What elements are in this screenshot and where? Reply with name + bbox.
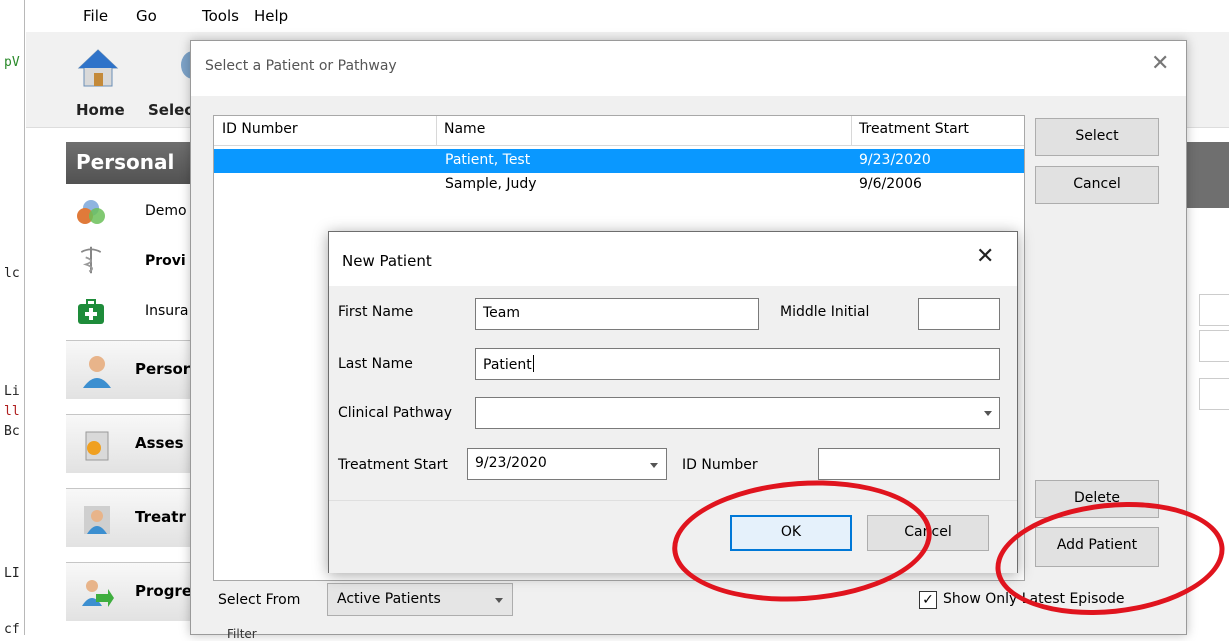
chevron-down-icon [495, 598, 503, 603]
sidebar-item-label: Persor [135, 360, 191, 378]
code-fragment: lc [4, 266, 20, 281]
id-number-label: ID Number [682, 457, 758, 473]
column-separator[interactable] [851, 116, 852, 146]
middle-initial-field[interactable] [918, 298, 1000, 330]
menu-bar: File Go Tools Help [26, 0, 1229, 32]
code-fragment: ll [4, 404, 20, 419]
sidebar-item-label: Demo [145, 203, 187, 219]
filter-label: Filter [227, 627, 257, 641]
select-label[interactable]: Selec [148, 101, 193, 119]
sidebar-item-label: Provi [145, 253, 186, 269]
column-separator[interactable] [436, 116, 437, 146]
sidebar-item-personal[interactable]: Persor [66, 340, 196, 399]
code-fragment: pV [4, 55, 20, 70]
demographics-icon [77, 200, 105, 224]
code-fragment: Bc [4, 424, 20, 439]
background-field [1199, 330, 1229, 362]
first-name-label: First Name [338, 304, 414, 320]
dialog-title: Select a Patient or Pathway [205, 58, 397, 74]
background-field [1199, 378, 1229, 410]
menu-file[interactable]: File [83, 7, 108, 25]
background-panel-header [1187, 142, 1229, 208]
list-header: ID Number Name Treatment Start [214, 116, 1024, 146]
id-number-field[interactable] [818, 448, 1000, 480]
first-name-value: Team [483, 305, 521, 321]
last-name-label: Last Name [338, 356, 413, 372]
treatment-start-label: Treatment Start [338, 457, 448, 473]
sidebar-item-label: Asses [135, 434, 184, 452]
first-name-field[interactable]: Team [475, 298, 759, 330]
clinical-pathway-label: Clinical Pathway [338, 405, 453, 421]
cancel-button[interactable]: Cancel [1035, 166, 1159, 204]
select-from-value: Active Patients [337, 591, 441, 607]
chevron-down-icon [650, 463, 658, 468]
code-fragment: Li [4, 384, 20, 399]
sidebar-item-assessment[interactable]: Asses [66, 414, 196, 473]
menu-help[interactable]: Help [254, 7, 288, 25]
person-icon [83, 356, 111, 388]
column-header-id[interactable]: ID Number [222, 121, 298, 137]
treatment-icon [84, 506, 110, 534]
assessment-icon [85, 431, 109, 461]
dialog-titlebar: New Patient ✕ [329, 232, 1017, 286]
column-header-treatment-start[interactable]: Treatment Start [859, 121, 969, 137]
sidebar-item-insurance[interactable]: Insura [66, 291, 196, 335]
cell-start: 9/23/2020 [859, 152, 931, 168]
last-name-value: Patient [483, 357, 532, 373]
sidebar-header: Personal [66, 142, 196, 184]
sidebar-item-treatment[interactable]: Treatr [66, 488, 196, 547]
sidebar: Personal Demo Provi Insura Persor Asses [66, 142, 196, 635]
sidebar-item-providers[interactable]: Provi [66, 241, 196, 285]
cell-start: 9/6/2006 [859, 176, 922, 192]
sidebar-item-demographics[interactable]: Demo [66, 191, 196, 235]
treatment-start-date-picker[interactable]: 9/23/2020 [467, 448, 667, 480]
clinical-pathway-dropdown[interactable] [475, 397, 1000, 429]
code-editor-strip: pV lc Li ll Bc LI cf [0, 0, 26, 637]
first-aid-kit-icon [78, 299, 104, 324]
sidebar-item-label: Progre [135, 582, 193, 600]
treatment-start-value: 9/23/2020 [475, 455, 547, 471]
cell-name: Patient, Test [445, 152, 531, 168]
select-from-label: Select From [218, 592, 301, 608]
sidebar-item-progress[interactable]: Progre [66, 562, 196, 621]
dialog-title: New Patient [342, 252, 432, 270]
text-cursor [532, 355, 534, 372]
progress-icon [82, 580, 114, 607]
table-row[interactable]: Patient, Test 9/23/2020 [214, 149, 1024, 173]
last-name-field[interactable]: Patient [475, 348, 1000, 380]
chevron-down-icon [984, 411, 992, 416]
menu-tools[interactable]: Tools [202, 7, 239, 25]
select-button[interactable]: Select [1035, 118, 1159, 156]
editor-gutter-line [24, 0, 25, 635]
middle-initial-label: Middle Initial [780, 304, 870, 320]
dialog-titlebar: Select a Patient or Pathway ✕ [191, 41, 1186, 96]
menu-go[interactable]: Go [136, 7, 157, 25]
close-icon[interactable]: ✕ [976, 244, 994, 269]
background-field [1199, 294, 1229, 326]
sidebar-item-label: Treatr [135, 508, 186, 526]
code-fragment: LI [4, 566, 20, 581]
close-icon[interactable]: ✕ [1151, 51, 1169, 76]
home-label[interactable]: Home [76, 101, 125, 119]
cell-name: Sample, Judy [445, 176, 537, 192]
home-icon[interactable] [77, 48, 119, 88]
select-from-dropdown[interactable]: Active Patients [327, 583, 513, 616]
table-row[interactable]: Sample, Judy 9/6/2006 [214, 173, 1024, 197]
caduceus-icon [80, 246, 102, 274]
column-header-name[interactable]: Name [444, 121, 485, 137]
sidebar-item-label: Insura [145, 303, 189, 319]
show-latest-checkbox[interactable]: ✓ [919, 591, 937, 609]
